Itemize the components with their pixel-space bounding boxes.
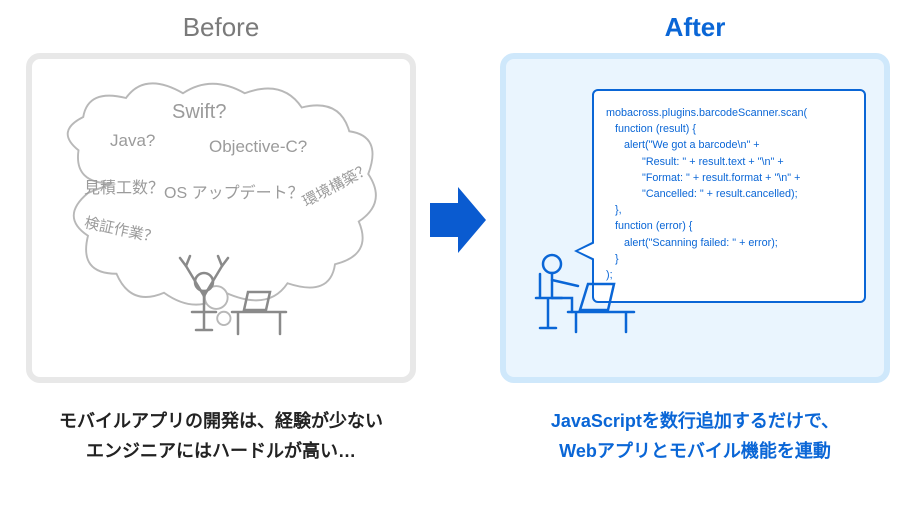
comparison-diagram: Before Swift? Java? Objective-C? 見積工数？ O… xyxy=(0,0,916,510)
worry-java: Java? xyxy=(110,131,155,151)
worry-objc: Objective-C? xyxy=(209,137,307,157)
after-title: After xyxy=(665,12,726,43)
before-card: Swift? Java? Objective-C? 見積工数？ OS アップデー… xyxy=(26,53,416,383)
after-caption: JavaScriptを数行追加するだけで、 Webアプリとモバイル機能を連動 xyxy=(551,407,839,466)
coding-person-icon xyxy=(522,238,642,343)
before-panel: Before Swift? Java? Objective-C? 見積工数？ O… xyxy=(26,0,416,466)
after-panel: After mobacross.plugins.barcodeScanner.s… xyxy=(500,0,890,466)
arrow-icon xyxy=(428,185,488,260)
before-title: Before xyxy=(183,12,260,43)
after-caption-line1: JavaScriptを数行追加するだけで、 xyxy=(551,411,839,431)
before-caption-line2: エンジニアにはハードルが高い… xyxy=(86,441,356,461)
before-caption-line1: モバイルアプリの開発は、経験が少ない xyxy=(59,411,383,431)
after-card: mobacross.plugins.barcodeScanner.scan( f… xyxy=(500,53,890,383)
worry-os-update: OS アップデート？ xyxy=(164,179,304,203)
before-caption: モバイルアプリの開発は、経験が少ない エンジニアにはハードルが高い… xyxy=(59,407,383,466)
worry-swift: Swift? xyxy=(172,101,226,124)
frustrated-person-icon xyxy=(146,248,296,343)
after-caption-line2: Webアプリとモバイル機能を連動 xyxy=(559,441,831,461)
worry-mitsumori: 見積工数？ xyxy=(84,174,164,198)
